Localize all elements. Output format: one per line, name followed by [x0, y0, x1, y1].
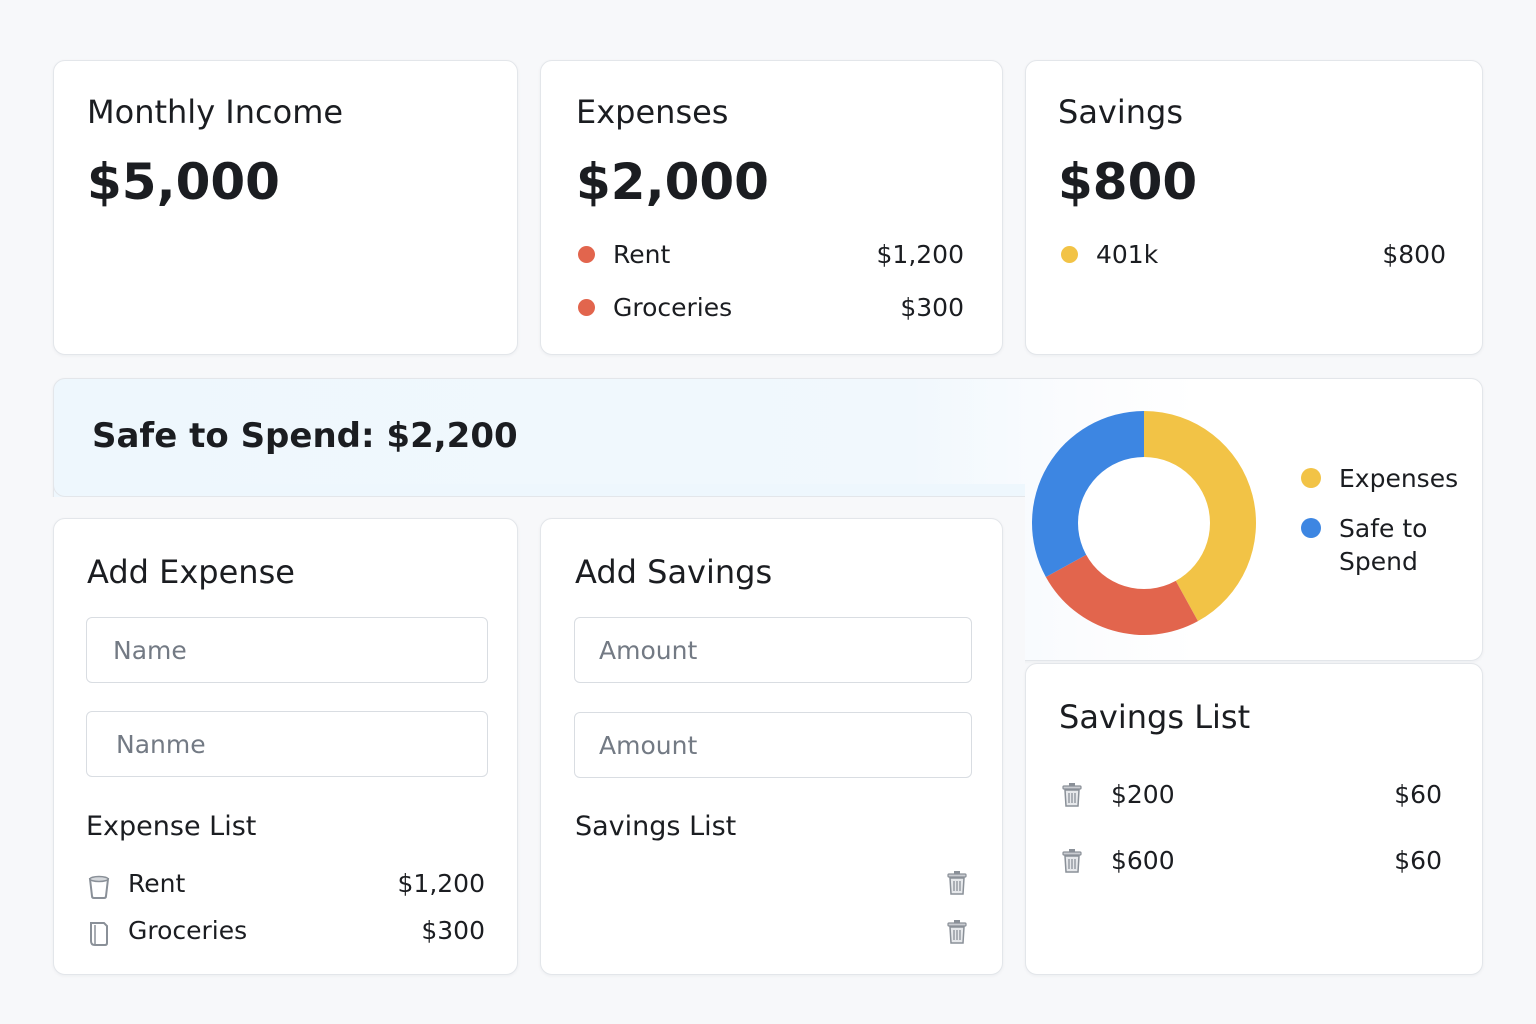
savings-list-amount: $60 — [1394, 780, 1442, 809]
trash-icon[interactable] — [87, 873, 111, 899]
legend-item-expenses: Expenses — [1301, 462, 1458, 495]
expense-list-label: Rent — [128, 869, 186, 898]
donut-hole — [1078, 457, 1210, 589]
savings-amount-input[interactable] — [574, 617, 972, 683]
expense-dot-icon — [578, 299, 595, 316]
savings-row-label: 401k — [1096, 240, 1159, 269]
expense-row-label: Rent — [613, 240, 671, 269]
expenses-card: Expenses $2,000 Rent $1,200 Groceries $3… — [540, 60, 1003, 355]
add-savings-title: Add Savings — [575, 553, 773, 591]
savings-card: Savings $800 401k $800 — [1025, 60, 1483, 355]
savings-row: 401k $800 — [1061, 240, 1446, 269]
income-title: Monthly Income — [87, 93, 344, 131]
expenses-title: Expenses — [576, 93, 729, 131]
trash-icon[interactable] — [1060, 848, 1084, 874]
expense-name-input[interactable] — [86, 617, 488, 683]
savings-dot-icon — [1061, 246, 1078, 263]
expenses-value: $2,000 — [576, 153, 769, 211]
expense-row: Rent $1,200 — [578, 240, 964, 269]
safe-to-spend-text: Safe to Spend: $2,200 — [92, 416, 518, 456]
trash-icon[interactable] — [945, 870, 969, 896]
trash-icon[interactable] — [945, 919, 969, 945]
expense-dot-icon — [578, 246, 595, 263]
donut-chart — [1032, 411, 1256, 635]
expense-list-title: Expense List — [86, 811, 257, 842]
savings-amount2-input[interactable] — [574, 712, 972, 778]
trash-icon[interactable] — [87, 920, 111, 946]
income-value: $5,000 — [87, 153, 280, 211]
expense-name2-input[interactable] — [86, 711, 488, 777]
savings-list-card: Savings List $200 $60 $600 $60 — [1025, 663, 1483, 975]
savings-list-amount: $60 — [1394, 846, 1442, 875]
expense-row: Groceries $300 — [578, 293, 964, 322]
expense-row-amount: $1,200 — [876, 240, 964, 269]
legend-label: Safe to Spend — [1339, 514, 1428, 576]
expense-list-amount: $1,200 — [397, 869, 485, 898]
savings-row-amount: $800 — [1382, 240, 1446, 269]
savings-title: Savings — [1058, 93, 1184, 131]
expense-list-label: Groceries — [128, 916, 248, 945]
legend-label: Expenses — [1339, 464, 1459, 493]
add-expense-title: Add Expense — [87, 553, 295, 591]
savings-list-title: Savings List — [1059, 698, 1251, 736]
savings-value: $800 — [1058, 153, 1198, 211]
income-card: Monthly Income $5,000 — [53, 60, 518, 355]
expense-list-amount: $300 — [421, 916, 485, 945]
legend-item-safe: Safe to Spend — [1301, 512, 1449, 578]
savings-list-label: $600 — [1111, 846, 1175, 875]
legend-dot-icon — [1301, 468, 1321, 488]
expense-row-amount: $300 — [900, 293, 964, 322]
banner-bottom-edge — [53, 484, 1025, 497]
savings-list-subtitle: Savings List — [575, 811, 737, 842]
add-savings-card: Add Savings Savings List — [540, 518, 1003, 975]
legend-dot-icon — [1301, 518, 1321, 538]
add-expense-card: Add Expense Expense List Rent $1,200 Gro… — [53, 518, 518, 975]
savings-list-label: $200 — [1111, 780, 1175, 809]
trash-icon[interactable] — [1060, 782, 1084, 808]
expense-row-label: Groceries — [613, 293, 733, 322]
